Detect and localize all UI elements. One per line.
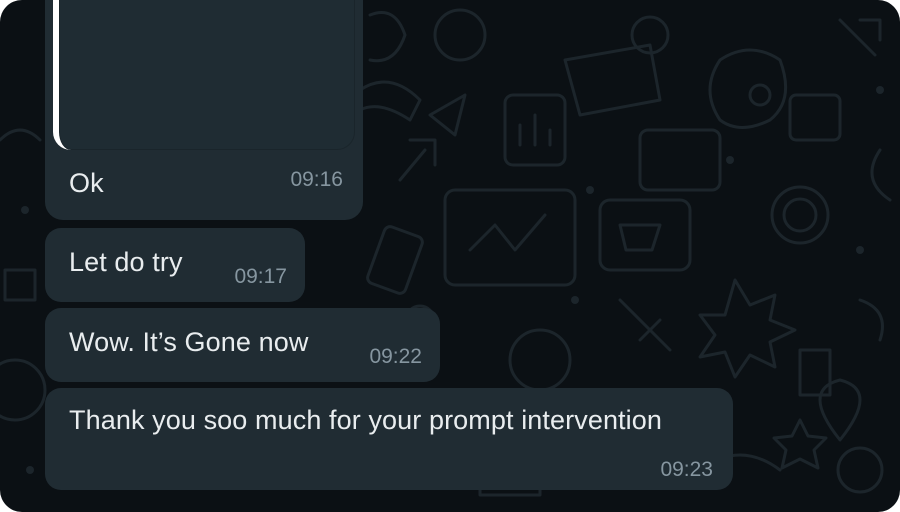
message-text: Thank you soo much for your prompt inter… [69, 405, 662, 435]
chat-screen: Ok 09:16 Let do try 09:17 Wow. It’s Gone… [0, 0, 900, 512]
message-timestamp: 09:16 [290, 168, 343, 191]
message-timestamp: 09:23 [660, 458, 713, 481]
message-bubble[interactable]: Ok 09:16 [45, 0, 363, 220]
media-preview[interactable] [53, 0, 355, 150]
message-timestamp: 09:22 [369, 345, 422, 368]
message-text: Let do try [69, 247, 183, 277]
message-timestamp: 09:17 [234, 265, 287, 288]
message-text: Ok [69, 168, 104, 198]
message-bubble[interactable]: Let do try 09:17 [45, 228, 305, 302]
message-bubble[interactable]: Thank you soo much for your prompt inter… [45, 388, 733, 490]
message-bubble[interactable]: Wow. It’s Gone now 09:22 [45, 308, 440, 382]
message-text: Wow. It’s Gone now [69, 327, 309, 357]
